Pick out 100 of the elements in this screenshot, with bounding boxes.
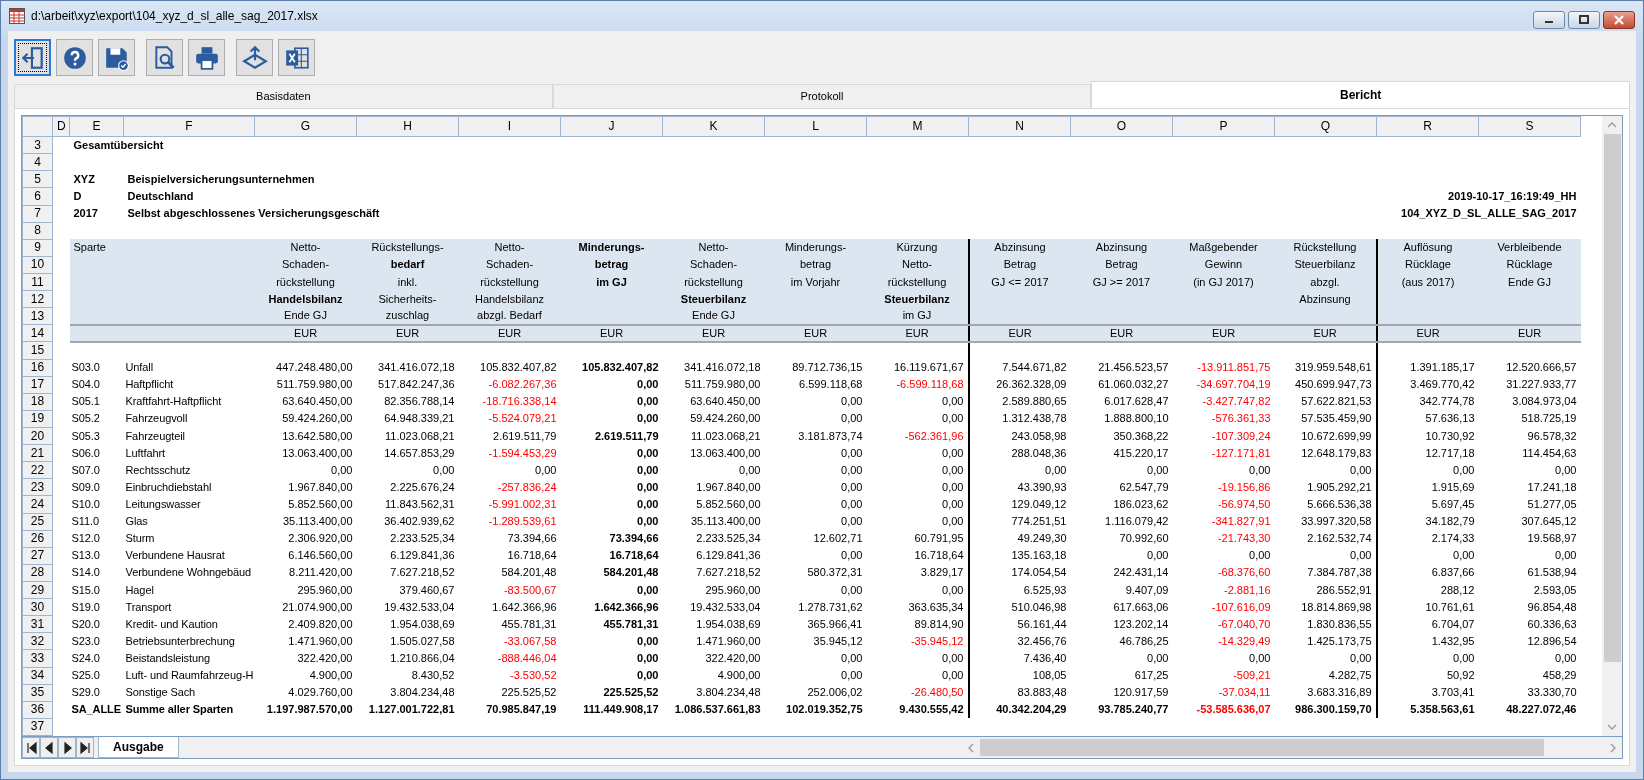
table-cell: 2.162.532,74 <box>1274 530 1377 548</box>
table-cell-text: 2.409.820,00 <box>287 616 354 632</box>
excel-button[interactable] <box>278 39 315 76</box>
table-cell: Sparte <box>69 239 255 257</box>
table-cell-text: 0,00 <box>1146 548 1170 564</box>
last-sheet-button[interactable] <box>76 737 94 758</box>
column-header[interactable]: I <box>458 116 561 137</box>
table-cell-text: 0,00 <box>534 462 558 478</box>
column-heading: Rücklage <box>1478 256 1581 274</box>
table-cell: 774.251,51 <box>968 513 1071 531</box>
table-cell: 0,00 <box>866 461 969 479</box>
table-cell-text: 96.854,48 <box>1526 599 1578 615</box>
tab[interactable]: Basisdaten <box>14 84 553 108</box>
table-cell-text: 3.084.973,04 <box>1511 394 1578 410</box>
minimize-button[interactable] <box>1533 11 1565 29</box>
table-cell-text: 51.277,05 <box>1526 496 1578 512</box>
first-sheet-button[interactable] <box>22 737 40 758</box>
column-header[interactable]: S <box>1478 116 1581 137</box>
table-cell: 89.814,90 <box>866 615 969 633</box>
help-button[interactable] <box>56 39 93 76</box>
column-heading: Netto- <box>866 256 969 274</box>
table-cell-text: 105.832.407,82 <box>479 360 558 376</box>
column-header[interactable]: F <box>123 116 255 137</box>
column-header[interactable]: G <box>254 116 357 137</box>
table-cell-text: 114.454,63 <box>1521 445 1578 461</box>
tab[interactable]: Protokoll <box>552 84 1092 108</box>
table-cell-text: 1.954.038,69 <box>695 616 762 632</box>
table-cell-text: -19.156,86 <box>1216 479 1272 495</box>
column-header[interactable]: Q <box>1274 116 1377 137</box>
column-header[interactable]: M <box>866 116 969 137</box>
table-cell-text: 120.917,59 <box>1112 685 1170 701</box>
exit-button[interactable] <box>14 39 51 76</box>
column-header[interactable]: E <box>69 116 124 137</box>
table-cell-text: 105.832.407,82 <box>581 360 660 376</box>
table-cell-text: -13.911.851,75 <box>1196 360 1272 376</box>
table-cell: 1.432,95 <box>1376 632 1479 650</box>
table-cell-text: 19.432.533,04 <box>689 599 762 615</box>
sheet-tab[interactable]: Ausgabe <box>98 737 179 758</box>
table-cell: 10.730,92 <box>1376 427 1479 445</box>
column-header[interactable]: H <box>356 116 459 137</box>
tray-upload-icon <box>241 44 268 71</box>
table-cell-text: 0,00 <box>840 496 864 512</box>
column-header[interactable]: K <box>662 116 765 137</box>
table-cell-text: Rechtsschutz <box>124 462 192 478</box>
table-cell-text: -83.500,67 <box>502 582 558 598</box>
table-cell-text: S24.0 <box>70 650 101 666</box>
table-cell-text: 511.759.980,00 <box>683 377 762 393</box>
table-cell-text: 3.804.234,48 <box>695 685 762 701</box>
app-icon <box>9 8 25 24</box>
save-button[interactable] <box>98 39 135 76</box>
table-cell: 0,00 <box>1376 461 1479 479</box>
table-cell-text: 0,00 <box>636 479 660 495</box>
table-cell-text: 0,00 <box>330 462 354 478</box>
table-cell-text: 518.725,19 <box>1520 411 1578 427</box>
table-cell-text: 455.781,31 <box>602 616 660 632</box>
export-button[interactable] <box>236 39 273 76</box>
table-cell-text: 1.127.001.722,81 <box>367 702 456 718</box>
column-heading: bedarf <box>356 256 459 274</box>
sheet-title: Gesamtübersicht <box>69 136 459 154</box>
column-header[interactable]: L <box>764 116 867 137</box>
spreadsheet-icon <box>283 44 310 71</box>
column-heading: Gewinn <box>1172 256 1275 274</box>
table-cell: 7.436,40 <box>968 649 1071 667</box>
last-icon <box>79 740 91 755</box>
table-cell: 7.384.787,38 <box>1274 564 1377 582</box>
table-cell: 3.683.316,89 <box>1274 684 1377 702</box>
table-cell-text: 8.211.420,00 <box>288 565 354 581</box>
table-cell-text: -53.585.636,07 <box>1195 702 1272 718</box>
preview-button[interactable] <box>146 39 183 76</box>
table-cell-text: 21.456.523,57 <box>1097 360 1170 376</box>
column-header[interactable]: R <box>1376 116 1479 137</box>
table-cell-text: -1.594.453,29 <box>487 445 558 461</box>
column-header[interactable]: N <box>968 116 1071 137</box>
table-cell-text: 62.547,79 <box>1118 479 1170 495</box>
table-cell-text: 13.063.400,00 <box>689 445 762 461</box>
table-cell: 16.119.671,67 <box>866 359 969 377</box>
column-header[interactable]: P <box>1172 116 1275 137</box>
table-cell-text: -509,21 <box>1232 668 1272 684</box>
table-cell-text: 70.992,60 <box>1118 531 1170 547</box>
table-cell-text: S23.0 <box>70 633 101 649</box>
maximize-button[interactable] <box>1568 11 1600 29</box>
table-cell-text: -34.697.704,19 <box>1195 377 1272 393</box>
table-cell-text: Sturm <box>124 531 156 547</box>
table-cell: 10.672.699,99 <box>1274 427 1377 445</box>
table-cell: 510.046,98 <box>968 598 1071 616</box>
column-header[interactable]: O <box>1070 116 1173 137</box>
close-button[interactable] <box>1603 11 1635 29</box>
tab[interactable]: Bericht <box>1091 81 1630 108</box>
table-cell-text: 0,00 <box>840 650 864 666</box>
table-cell-text: 0,00 <box>1146 462 1170 478</box>
table-cell-text: -107.616,09 <box>1210 599 1272 615</box>
previous-sheet-button[interactable] <box>40 737 58 758</box>
table-cell-text: 13.642.580,00 <box>281 428 354 444</box>
table-cell-text: 295.960,00 <box>704 582 762 598</box>
next-sheet-button[interactable] <box>58 737 76 758</box>
table-cell-text: -37.034,11 <box>1217 685 1272 701</box>
column-header[interactable]: J <box>560 116 663 137</box>
table-cell: 32.456,76 <box>968 632 1071 650</box>
table-cell-text: S03.0 <box>70 360 101 376</box>
print-button[interactable] <box>188 39 225 76</box>
